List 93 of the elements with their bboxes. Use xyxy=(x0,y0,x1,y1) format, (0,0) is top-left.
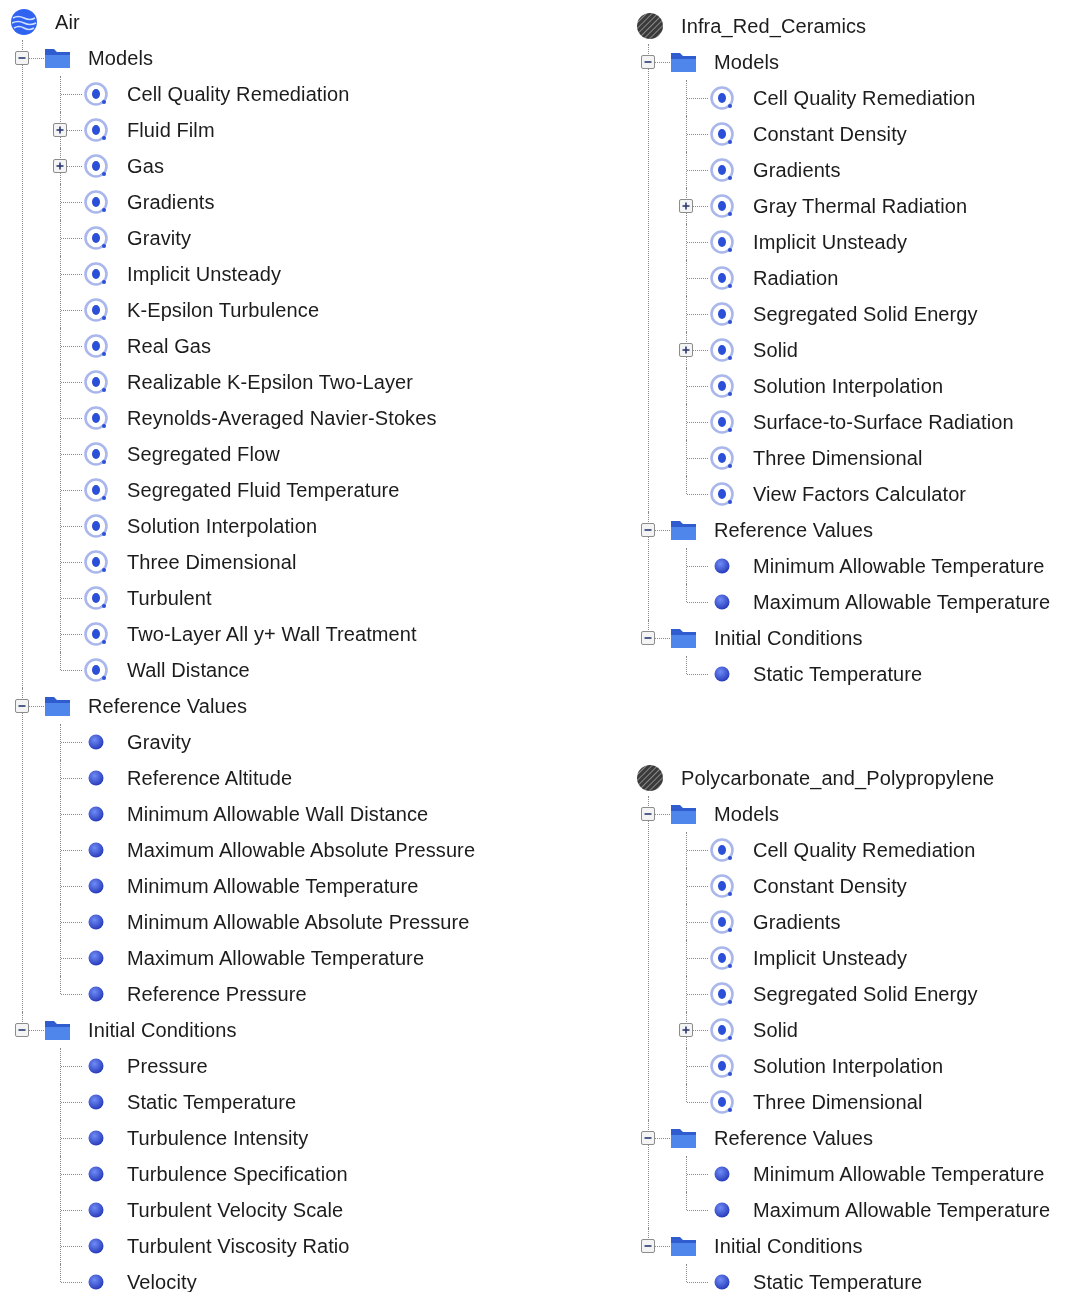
expand-toggle[interactable] xyxy=(52,158,68,174)
folder-icon xyxy=(670,50,698,74)
tree-item-label[interactable]: Cell Quality Remediation xyxy=(753,86,976,110)
tree-item-label[interactable]: Gray Thermal Radiation xyxy=(753,194,968,218)
tree-item-label[interactable]: Implicit Unsteady xyxy=(753,946,907,970)
tree-item-label[interactable]: Implicit Unsteady xyxy=(753,230,907,254)
expand-toggle[interactable] xyxy=(678,342,694,358)
tree-item-label[interactable]: Solution Interpolation xyxy=(753,374,944,398)
tree-item-label[interactable]: Minimum Allowable Absolute Pressure xyxy=(127,910,470,934)
folder-label[interactable]: Reference Values xyxy=(714,518,874,542)
tree-item-label[interactable]: Gradients xyxy=(753,910,841,934)
tree-item-label[interactable]: Static Temperature xyxy=(127,1090,297,1114)
tree-item-label[interactable]: Three Dimensional xyxy=(127,550,297,574)
tree-item-label[interactable]: Reference Altitude xyxy=(127,766,293,790)
folder-icon xyxy=(670,802,698,826)
tree-item-label[interactable]: Minimum Allowable Wall Distance xyxy=(127,802,429,826)
tree-item-label[interactable]: Gravity xyxy=(127,730,192,754)
folder-label[interactable]: Initial Conditions xyxy=(88,1018,237,1042)
tree-item-label[interactable]: Segregated Solid Energy xyxy=(753,982,978,1006)
tree-item-label[interactable]: Constant Density xyxy=(753,122,907,146)
folder-icon xyxy=(44,1018,72,1042)
tree-item-label[interactable]: Gas xyxy=(127,154,164,178)
collapse-toggle[interactable] xyxy=(14,50,30,66)
tree-item-label[interactable]: View Factors Calculator xyxy=(753,482,967,506)
material-label[interactable]: Infra_Red_Ceramics xyxy=(681,14,867,38)
folder-icon xyxy=(44,694,72,718)
tree-item-label[interactable]: Maximum Allowable Temperature xyxy=(127,946,425,970)
collapse-toggle[interactable] xyxy=(14,1022,30,1038)
folder-label[interactable]: Models xyxy=(714,802,780,826)
tree-item-label[interactable]: Minimum Allowable Temperature xyxy=(127,874,419,898)
tree-item-label[interactable]: Turbulent Viscosity Ratio xyxy=(127,1234,350,1258)
expand-toggle[interactable] xyxy=(52,122,68,138)
tree-item-label[interactable]: Turbulent xyxy=(127,586,212,610)
tree-item-label[interactable]: Velocity xyxy=(127,1270,197,1292)
tree-item-label[interactable]: Turbulent Velocity Scale xyxy=(127,1198,344,1222)
folder-icon xyxy=(670,518,698,542)
expand-toggle[interactable] xyxy=(678,1022,694,1038)
folder-icon xyxy=(670,626,698,650)
collapse-toggle[interactable] xyxy=(640,1130,656,1146)
tree-item-label[interactable]: Radiation xyxy=(753,266,839,290)
tree-item-label[interactable]: Reference Pressure xyxy=(127,982,307,1006)
folder-icon xyxy=(670,1234,698,1258)
collapse-toggle[interactable] xyxy=(640,54,656,70)
folder-label[interactable]: Initial Conditions xyxy=(714,626,863,650)
tree-item-label[interactable]: Segregated Flow xyxy=(127,442,280,466)
tree-item-label[interactable]: Turbulence Intensity xyxy=(127,1126,309,1150)
tree-item-label[interactable]: Static Temperature xyxy=(753,662,923,686)
tree-item-label[interactable]: Wall Distance xyxy=(127,658,250,682)
tree-item-label[interactable]: Constant Density xyxy=(753,874,907,898)
tree-item-label[interactable]: Two-Layer All y+ Wall Treatment xyxy=(127,622,417,646)
tree-item-label[interactable]: Implicit Unsteady xyxy=(127,262,281,286)
collapse-toggle[interactable] xyxy=(640,1238,656,1254)
tree-item-label[interactable]: Segregated Fluid Temperature xyxy=(127,478,400,502)
expand-toggle[interactable] xyxy=(678,198,694,214)
material-label[interactable]: Air xyxy=(55,10,80,34)
tree-item-label[interactable]: Pressure xyxy=(127,1054,208,1078)
tree-item-label[interactable]: Static Temperature xyxy=(753,1270,923,1292)
tree-item-label[interactable]: Solution Interpolation xyxy=(753,1054,944,1078)
folder-icon xyxy=(44,46,72,70)
material-label[interactable]: Polycarbonate_and_Polypropylene xyxy=(681,766,995,790)
folder-label[interactable]: Initial Conditions xyxy=(714,1234,863,1258)
tree-item-label[interactable]: Minimum Allowable Temperature xyxy=(753,1162,1045,1186)
tree-item-label[interactable]: Solution Interpolation xyxy=(127,514,318,538)
folder-label[interactable]: Models xyxy=(88,46,154,70)
tree-item-label[interactable]: Solid xyxy=(753,1018,798,1042)
folder-label[interactable]: Reference Values xyxy=(714,1126,874,1150)
tree-item-label[interactable]: Cell Quality Remediation xyxy=(753,838,976,862)
tree-item-label[interactable]: Minimum Allowable Temperature xyxy=(753,554,1045,578)
tree-item-label[interactable]: Reynolds-Averaged Navier-Stokes xyxy=(127,406,437,430)
folder-label[interactable]: Reference Values xyxy=(88,694,248,718)
tree-item-label[interactable]: Maximum Allowable Absolute Pressure xyxy=(127,838,476,862)
folder-label[interactable]: Models xyxy=(714,50,780,74)
folder-icon xyxy=(670,1126,698,1150)
tree-item-label[interactable]: Maximum Allowable Temperature xyxy=(753,590,1051,614)
tree-item-label[interactable]: Three Dimensional xyxy=(753,446,923,470)
tree-item-label[interactable]: Real Gas xyxy=(127,334,212,358)
tree-item-label[interactable]: Turbulence Specification xyxy=(127,1162,348,1186)
tree-item-label[interactable]: Maximum Allowable Temperature xyxy=(753,1198,1051,1222)
tree-item-label[interactable]: Fluid Film xyxy=(127,118,215,142)
tree-item-label[interactable]: Gravity xyxy=(127,226,192,250)
tree-item-label[interactable]: Cell Quality Remediation xyxy=(127,82,350,106)
collapse-toggle[interactable] xyxy=(640,630,656,646)
tree-item-label[interactable]: K-Epsilon Turbulence xyxy=(127,298,320,322)
tree-item-label[interactable]: Realizable K-Epsilon Two-Layer xyxy=(127,370,414,394)
tree-item-label[interactable]: Segregated Solid Energy xyxy=(753,302,978,326)
collapse-toggle[interactable] xyxy=(640,522,656,538)
tree-item-label[interactable]: Gradients xyxy=(753,158,841,182)
collapse-toggle[interactable] xyxy=(640,806,656,822)
tree-item-label[interactable]: Solid xyxy=(753,338,798,362)
collapse-toggle[interactable] xyxy=(14,698,30,714)
tree-item-label[interactable]: Surface-to-Surface Radiation xyxy=(753,410,1014,434)
tree-item-label[interactable]: Gradients xyxy=(127,190,215,214)
tree-item-label[interactable]: Three Dimensional xyxy=(753,1090,923,1114)
